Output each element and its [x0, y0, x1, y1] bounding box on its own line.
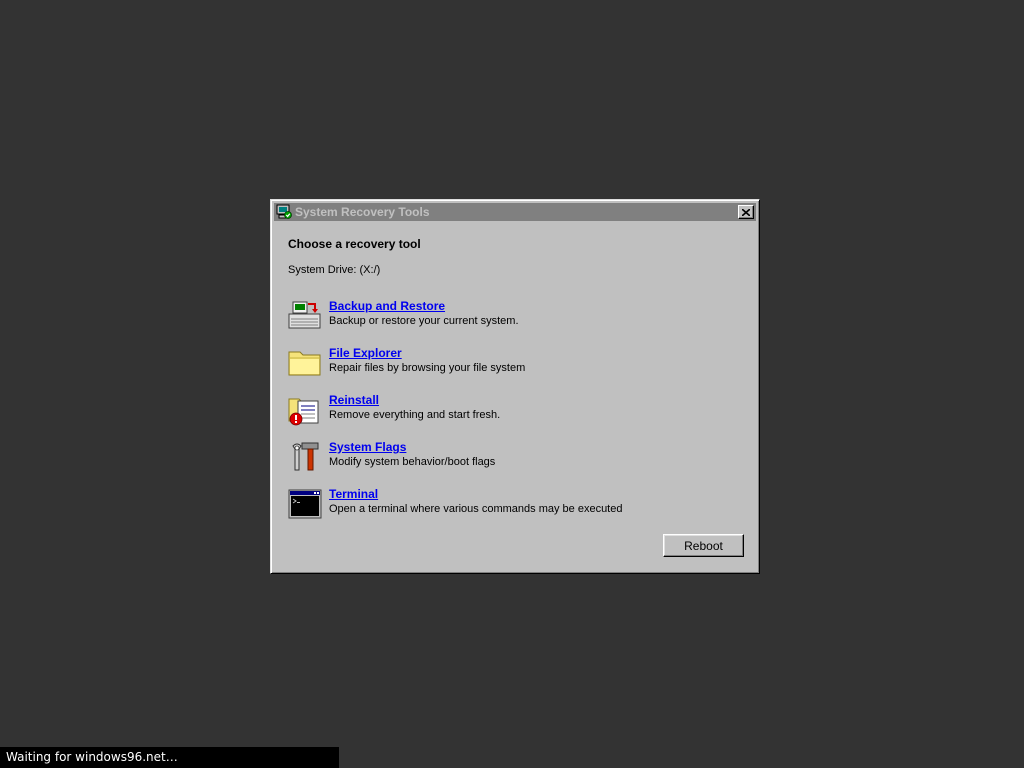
close-icon	[742, 208, 750, 216]
system-flags-link[interactable]: System Flags	[329, 440, 406, 454]
tools-icon[interactable]	[288, 440, 322, 474]
tool-backup-and-restore: Backup and Restore Backup or restore you…	[288, 299, 728, 335]
backup-and-restore-description: Backup or restore your current system.	[329, 315, 519, 327]
terminal-description: Open a terminal where various commands m…	[329, 503, 623, 515]
reinstall-description: Remove everything and start fresh.	[329, 409, 501, 421]
tool-file-explorer: File Explorer Repair files by browsing y…	[288, 346, 728, 382]
close-button[interactable]	[738, 205, 754, 219]
reboot-button[interactable]: Reboot	[663, 534, 744, 557]
folder-icon[interactable]	[288, 346, 322, 380]
tool-terminal: Terminal Open a terminal where various c…	[288, 487, 728, 523]
reinstall-link[interactable]: Reinstall	[329, 393, 379, 407]
desktop: System Recovery Tools Choose a recovery …	[0, 0, 1024, 768]
file-explorer-link[interactable]: File Explorer	[329, 346, 402, 360]
terminal-link[interactable]: Terminal	[329, 487, 378, 501]
terminal-icon[interactable]	[288, 487, 322, 521]
tool-system-flags: System Flags Modify system behavior/boot…	[288, 440, 728, 476]
status-bar: Waiting for windows96.net…	[0, 747, 339, 768]
reinstall-icon[interactable]	[288, 393, 322, 427]
recovery-tools-window: System Recovery Tools Choose a recovery …	[270, 199, 760, 574]
system-flags-description: Modify system behavior/boot flags	[329, 456, 496, 468]
backup-drive-icon[interactable]	[288, 299, 322, 333]
file-explorer-description: Repair files by browsing your file syste…	[329, 362, 526, 374]
system-drive-label: System Drive: (X:/)	[288, 264, 381, 276]
window-title: System Recovery Tools	[295, 205, 430, 219]
status-text: Waiting for windows96.net…	[6, 750, 178, 764]
backup-and-restore-link[interactable]: Backup and Restore	[329, 299, 445, 313]
recovery-computer-icon	[276, 204, 292, 219]
dialog-heading: Choose a recovery tool	[288, 237, 421, 251]
tool-reinstall: Reinstall Remove everything and start fr…	[288, 393, 728, 429]
title-bar[interactable]: System Recovery Tools	[274, 203, 756, 221]
